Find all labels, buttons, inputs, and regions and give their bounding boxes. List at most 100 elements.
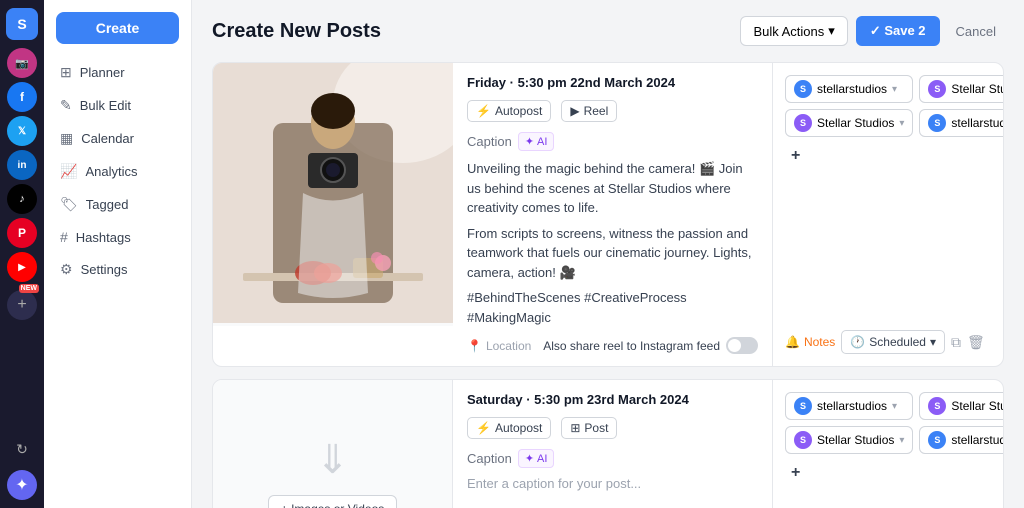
post-actions-1: 🔔 Notes 🕐 Scheduled ▾ ⧉ 🗑	[785, 322, 991, 354]
new-badge: NEW	[19, 284, 39, 293]
account-pill-5[interactable]: S stellarstudios ▾	[785, 392, 913, 420]
account-avatar: S	[794, 397, 812, 415]
ai-icon: ✦	[525, 135, 534, 148]
add-media-button[interactable]: + Images or Videos	[268, 495, 398, 508]
chevron-down-icon: ▾	[892, 84, 897, 95]
account-avatar: S	[794, 431, 812, 449]
sidebar-item-planner[interactable]: ⊞ Planner	[44, 56, 191, 89]
location-label: Location	[486, 339, 531, 353]
sidebar-item-settings[interactable]: ⚙ Settings	[44, 253, 191, 286]
post-text-hashtags: #BehindTheScenes #CreativeProcess #Makin…	[467, 288, 758, 327]
main-content: Create New Posts Bulk Actions ▾ ✓ Save 2…	[192, 0, 1024, 508]
post-content-2: Saturday · 5:30 pm 23rd March 2024 ⚡ Aut…	[453, 380, 773, 508]
share-toggle: Also share reel to Instagram feed	[543, 337, 758, 354]
save-button[interactable]: ✓ Save 2	[856, 16, 940, 46]
account-pill-2[interactable]: S Stellar Studios ▾	[919, 75, 1004, 103]
sidebar-item-calendar[interactable]: ▦ Calendar	[44, 122, 191, 155]
icon-sidebar: S 📷 f 𝕏 in ♪ P ▶ + NEW ↻ ✦	[0, 0, 44, 508]
delete-icon[interactable]: 🗑	[967, 334, 985, 351]
sidebar-item-bulk-edit[interactable]: ✎ Bulk Edit	[44, 89, 191, 122]
ai-badge-1[interactable]: ✦ AI	[518, 132, 555, 151]
social-icon-youtube[interactable]: ▶	[7, 252, 37, 282]
sidebar-item-analytics[interactable]: 📈 Analytics	[44, 155, 191, 188]
scheduled-button[interactable]: 🕐 Scheduled ▾	[841, 330, 945, 354]
account-avatar: S	[794, 80, 812, 98]
sidebar-item-tagged[interactable]: 🏷 Tagged	[44, 188, 191, 221]
toggle-switch[interactable]	[726, 337, 758, 354]
refresh-icon[interactable]: ↻	[7, 434, 37, 464]
account-name: Stellar Studios	[951, 399, 1004, 413]
add-account-button-2[interactable]: +	[785, 462, 991, 484]
caption-label-1: Caption	[467, 134, 512, 149]
sidebar-item-label: Settings	[81, 262, 128, 277]
account-pill-6[interactable]: S Stellar Studios ▾	[919, 392, 1004, 420]
type-badge-1[interactable]: ▶ Reel	[561, 100, 617, 122]
cancel-button[interactable]: Cancel	[948, 18, 1004, 45]
social-icon-facebook[interactable]: f	[7, 82, 37, 112]
social-icon-linkedin[interactable]: in	[7, 150, 37, 180]
location-tag[interactable]: 📍 Location	[467, 339, 531, 353]
account-avatar: S	[928, 114, 946, 132]
type-badge-2[interactable]: ⊞ Post	[561, 417, 617, 439]
account-avatar: S	[794, 114, 812, 132]
post-text-line-2: From scripts to screens, witness the pas…	[467, 224, 758, 283]
post-image-placeholder-2[interactable]: ⇓ + Images or Videos	[213, 380, 453, 508]
sidebar-item-label: Bulk Edit	[80, 98, 131, 113]
post-meta-1: Friday · 5:30 pm 22nd March 2024 ⚡ Autop…	[467, 75, 758, 122]
account-pill-1[interactable]: S stellarstudios ▾	[785, 75, 913, 103]
accounts-grid-2: S stellarstudios ▾ S Stellar Studios ▾ S…	[785, 392, 991, 454]
chevron-down-icon: ▾	[892, 401, 897, 412]
reel-icon: ▶	[570, 104, 579, 118]
post-meta-2: Saturday · 5:30 pm 23rd March 2024 ⚡ Aut…	[467, 392, 758, 439]
post-date-2: Saturday · 5:30 pm 23rd March 2024	[467, 392, 689, 407]
post-content-1: Friday · 5:30 pm 22nd March 2024 ⚡ Autop…	[453, 63, 773, 366]
calendar-icon: ▦	[60, 130, 73, 147]
social-icon-pinterest[interactable]: P	[7, 218, 37, 248]
account-pill-7[interactable]: S Stellar Studios ▾	[785, 426, 913, 454]
account-name: Stellar Studios	[817, 433, 894, 447]
chevron-down-icon: ▾	[828, 23, 835, 39]
autopost-icon: ⚡	[476, 421, 491, 435]
social-icon-tiktok[interactable]: ♪	[7, 184, 37, 214]
save-label: ✓ Save 2	[870, 23, 926, 39]
account-pill-8[interactable]: S stellarstudios ▾	[919, 426, 1004, 454]
planner-icon: ⊞	[60, 64, 72, 81]
clock-icon: 🕐	[850, 335, 865, 349]
account-avatar: S	[928, 397, 946, 415]
notes-button[interactable]: 🔔 Notes	[785, 335, 835, 349]
social-icon-instagram[interactable]: 📷	[7, 48, 37, 78]
type-label: Post	[584, 421, 608, 435]
caption-input-2[interactable]: Enter a caption for your post...	[467, 476, 758, 491]
header-actions: Bulk Actions ▾ ✓ Save 2 Cancel	[740, 16, 1004, 46]
post-sidebar-2: S stellarstudios ▾ S Stellar Studios ▾ S…	[773, 380, 1003, 508]
account-name: Stellar Studios	[951, 82, 1004, 96]
add-account-button[interactable]: +	[785, 145, 991, 167]
scheduled-label: Scheduled	[869, 335, 926, 349]
ai-badge-2[interactable]: ✦ AI	[518, 449, 555, 468]
account-pill-3[interactable]: S Stellar Studios ▾	[785, 109, 913, 137]
copy-icon[interactable]: ⧉	[951, 334, 961, 351]
account-name: stellarstudios	[817, 399, 887, 413]
autopost-badge-1[interactable]: ⚡ Autopost	[467, 100, 551, 122]
create-button[interactable]: Create	[56, 12, 179, 44]
sidebar-item-hashtags[interactable]: # Hashtags	[44, 221, 191, 253]
bulk-edit-icon: ✎	[60, 97, 72, 114]
sidebar-item-label: Calendar	[81, 131, 134, 146]
app-avatar[interactable]: S	[6, 8, 38, 40]
social-icon-twitter[interactable]: 𝕏	[7, 116, 37, 146]
caption-row-1: Caption ✦ AI	[467, 132, 758, 151]
post-sidebar-1: S stellarstudios ▾ S Stellar Studios ▾ S…	[773, 63, 1003, 366]
post-date-1: Friday · 5:30 pm 22nd March 2024	[467, 75, 675, 90]
chevron-down-icon: ▾	[899, 435, 904, 446]
notes-icon: 🔔	[785, 335, 800, 349]
account-name: stellarstudios	[951, 116, 1004, 130]
sidebar-item-label: Tagged	[86, 197, 129, 212]
account-pill-4[interactable]: S stellarstudios ▾	[919, 109, 1004, 137]
add-social-button[interactable]: +	[7, 290, 37, 320]
ai-icon: ✦	[525, 452, 534, 465]
analytics-icon: 📈	[60, 163, 77, 180]
autopost-badge-2[interactable]: ⚡ Autopost	[467, 417, 551, 439]
account-name: Stellar Studios	[817, 116, 894, 130]
plus-circle-icon[interactable]: ✦	[7, 470, 37, 500]
bulk-actions-button[interactable]: Bulk Actions ▾	[740, 16, 847, 46]
